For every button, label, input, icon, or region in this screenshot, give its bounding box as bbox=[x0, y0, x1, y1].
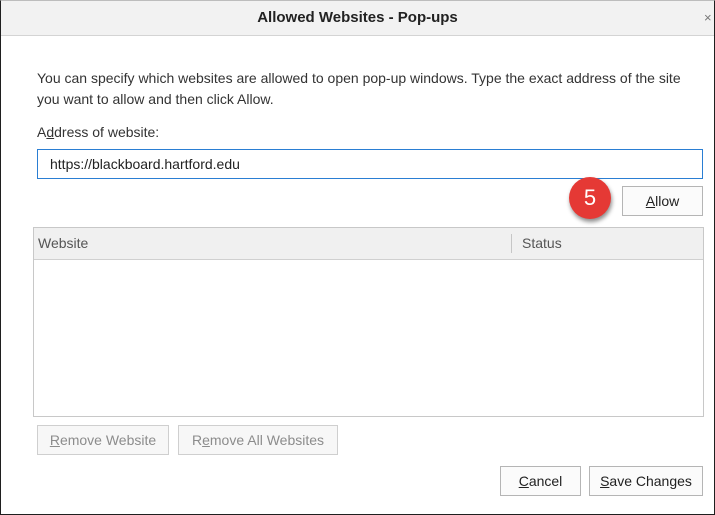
cancel-button[interactable]: Cancel bbox=[500, 466, 581, 496]
save-label-rest: ave Changes bbox=[609, 473, 692, 489]
websites-table[interactable]: Website Status bbox=[33, 227, 704, 417]
remove-all-websites-button[interactable]: Remove All Websites bbox=[178, 425, 338, 455]
address-label-prefix: A bbox=[37, 124, 47, 140]
allow-button[interactable]: Allow bbox=[622, 186, 703, 216]
table-body[interactable] bbox=[34, 260, 703, 416]
title-bar: Allowed Websites - Pop-ups × bbox=[1, 1, 714, 36]
remove-website-button[interactable]: Remove Website bbox=[37, 425, 169, 455]
column-header-status[interactable]: Status bbox=[522, 228, 562, 259]
allowed-websites-dialog: Allowed Websites - Pop-ups × You can spe… bbox=[0, 0, 715, 515]
cancel-label-rest: ancel bbox=[528, 473, 563, 489]
address-label: Address of website: bbox=[37, 124, 159, 140]
allow-label-rest: llow bbox=[655, 193, 680, 209]
address-input[interactable] bbox=[37, 149, 703, 179]
remove-all-prefix: R bbox=[191, 432, 203, 448]
allow-access-key: A bbox=[645, 193, 656, 209]
remove-all-access-key: e bbox=[202, 432, 210, 448]
address-label-access-key: d bbox=[46, 124, 55, 140]
table-header: Website Status bbox=[34, 228, 703, 260]
description-text: You can specify which websites are allow… bbox=[37, 70, 681, 107]
remove-label-rest: emove Website bbox=[59, 432, 157, 448]
remove-all-label-rest: move All Websites bbox=[209, 432, 325, 448]
column-header-website[interactable]: Website bbox=[38, 228, 88, 259]
step-badge: 5 bbox=[569, 177, 611, 219]
dialog-title: Allowed Websites - Pop-ups bbox=[257, 9, 458, 26]
column-divider[interactable] bbox=[511, 234, 512, 253]
save-changes-button[interactable]: Save Changes bbox=[589, 466, 703, 496]
close-icon[interactable]: × bbox=[704, 9, 714, 27]
remove-access-key: R bbox=[49, 432, 60, 448]
save-access-key: S bbox=[600, 473, 610, 489]
address-label-rest: dress of website: bbox=[54, 124, 160, 140]
cancel-access-key: C bbox=[518, 473, 529, 489]
